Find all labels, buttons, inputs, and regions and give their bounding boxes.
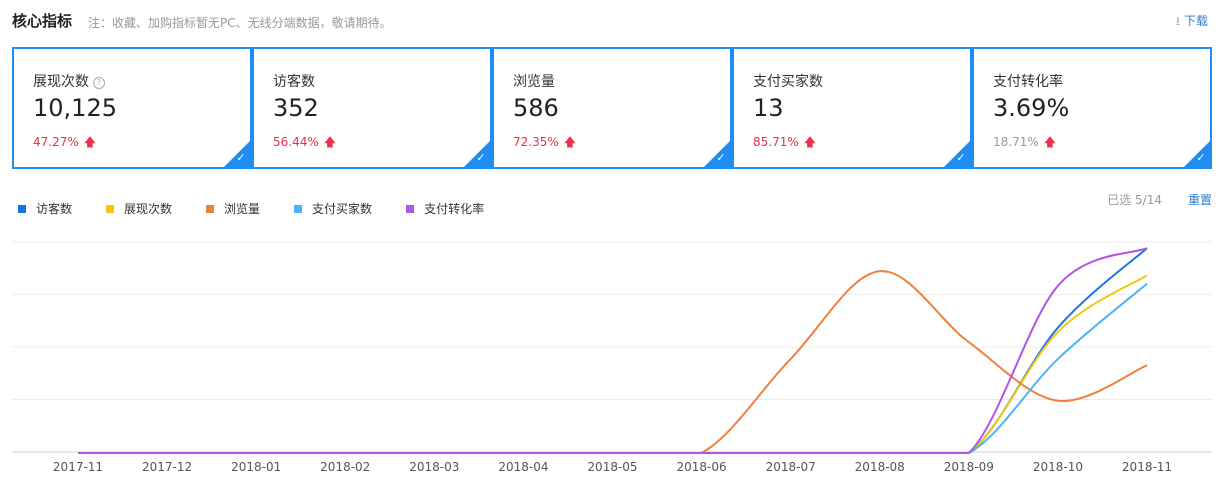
metric-cards: 展现次数? 10,125 47.27% 🡅 ✓ 访客数 352 56.44% 🡅 ✓… bbox=[12, 47, 1214, 169]
metric-label: 支付转化率 bbox=[993, 74, 1063, 90]
arrow-up-icon: 🡅 bbox=[323, 135, 337, 149]
metric-change: 72.35% 🡅 bbox=[513, 133, 576, 154]
metric-label: 浏览量 bbox=[513, 74, 555, 90]
series-line-2 bbox=[77, 270, 1148, 455]
x-tick-label: 2018-02 bbox=[320, 460, 370, 474]
legend-label: 支付转化率 bbox=[424, 202, 485, 216]
arrow-up-icon: 🡅 bbox=[83, 135, 97, 149]
legend-item[interactable]: 支付买家数 bbox=[294, 200, 372, 217]
metric-card-impressions[interactable]: 展现次数? 10,125 47.27% 🡅 ✓ bbox=[12, 47, 252, 169]
help-icon[interactable]: ? bbox=[93, 77, 105, 89]
legend-label: 浏览量 bbox=[224, 202, 261, 216]
legend-label: 访客数 bbox=[36, 202, 73, 216]
section-note: 注：收藏、加购指标暂无PC、无线分端数据，敬请期待。 bbox=[88, 16, 392, 30]
legend-label: 支付买家数 bbox=[312, 202, 373, 216]
metric-label: 支付买家数 bbox=[753, 74, 823, 90]
metric-label: 访客数 bbox=[273, 74, 315, 90]
trend-chart: 2017-11 2017-12 2018-01 2018-02 2018-03 2018-… bbox=[12, 241, 1212, 474]
chart-legend: 访客数 展现次数 浏览量 支付买家数 支付转化率 bbox=[18, 200, 518, 217]
arrow-up-icon: 🡅 bbox=[803, 135, 817, 149]
check-icon: ✓ bbox=[476, 151, 486, 164]
series-line-0 bbox=[77, 247, 1148, 455]
metric-card-pageviews[interactable]: 浏览量 586 72.35% 🡅 ✓ bbox=[492, 47, 732, 169]
metric-label: 展现次数? bbox=[33, 71, 105, 91]
header: 核心指标 注：收藏、加购指标暂无PC、无线分端数据，敬请期待。 ⭳ 下载 bbox=[12, 8, 1212, 34]
x-tick-label: 2018-11 bbox=[1122, 460, 1172, 474]
metric-value: 13 bbox=[753, 94, 784, 122]
metric-change: 47.27% 🡅 bbox=[33, 133, 96, 154]
metric-value: 10,125 bbox=[33, 94, 117, 122]
x-tick-label: 2018-05 bbox=[587, 460, 637, 474]
legend-item[interactable]: 访客数 bbox=[18, 200, 72, 217]
check-icon: ✓ bbox=[956, 151, 966, 164]
x-tick-label: 2018-07 bbox=[766, 460, 816, 474]
x-tick-label: 2017-11 bbox=[53, 460, 103, 474]
x-tick-label: 2018-01 bbox=[231, 460, 281, 474]
legend-item[interactable]: 展现次数 bbox=[106, 200, 172, 217]
x-tick-label: 2018-03 bbox=[409, 460, 459, 474]
metric-value: 586 bbox=[513, 94, 559, 122]
legend-swatch bbox=[106, 204, 115, 213]
check-icon: ✓ bbox=[716, 151, 726, 164]
reset-button[interactable]: 重置 bbox=[1188, 191, 1212, 208]
download-button[interactable]: ⭳ 下载 bbox=[1176, 12, 1208, 33]
legend-item[interactable]: 支付转化率 bbox=[406, 200, 484, 217]
legend-swatch bbox=[18, 204, 26, 213]
check-icon: ✓ bbox=[236, 151, 246, 164]
legend-swatch bbox=[294, 204, 303, 213]
x-tick-label: 2017-12 bbox=[142, 460, 192, 474]
download-icon: ⭳ bbox=[1175, 14, 1180, 28]
metric-card-visitors[interactable]: 访客数 352 56.44% 🡅 ✓ bbox=[252, 47, 492, 169]
metric-value: 352 bbox=[273, 94, 319, 122]
arrow-up-icon: 🡅 bbox=[1043, 135, 1057, 149]
x-tick-label: 2018-08 bbox=[855, 460, 905, 474]
x-tick-label: 2018-06 bbox=[677, 460, 727, 474]
series-line-4 bbox=[77, 247, 1148, 455]
metric-change: 85.71% 🡅 bbox=[753, 133, 816, 154]
check-icon: ✓ bbox=[1196, 151, 1206, 164]
arrow-up-icon: 🡅 bbox=[563, 135, 577, 149]
metric-card-paying-buyers[interactable]: 支付买家数 13 85.71% 🡅 ✓ bbox=[732, 47, 972, 169]
download-label: 下载 bbox=[1183, 14, 1208, 28]
metric-change: 56.44% 🡅 bbox=[273, 133, 336, 154]
legend-item[interactable]: 浏览量 bbox=[206, 200, 260, 217]
x-tick-label: 2018-10 bbox=[1033, 460, 1083, 474]
selected-count: 已选 5/14 bbox=[1107, 193, 1162, 207]
section-title: 核心指标 bbox=[12, 12, 73, 30]
legend-swatch bbox=[206, 204, 215, 213]
legend-swatch bbox=[406, 204, 415, 213]
metric-card-conversion-rate[interactable]: 支付转化率 3.69% 18.71% 🡅 ✓ bbox=[972, 47, 1212, 169]
x-tick-label: 2018-09 bbox=[944, 460, 994, 474]
x-tick-label: 2018-04 bbox=[498, 460, 548, 474]
metric-change: 18.71% 🡅 bbox=[993, 133, 1056, 154]
legend-label: 展现次数 bbox=[124, 202, 173, 216]
metric-value: 3.69% bbox=[993, 94, 1070, 122]
